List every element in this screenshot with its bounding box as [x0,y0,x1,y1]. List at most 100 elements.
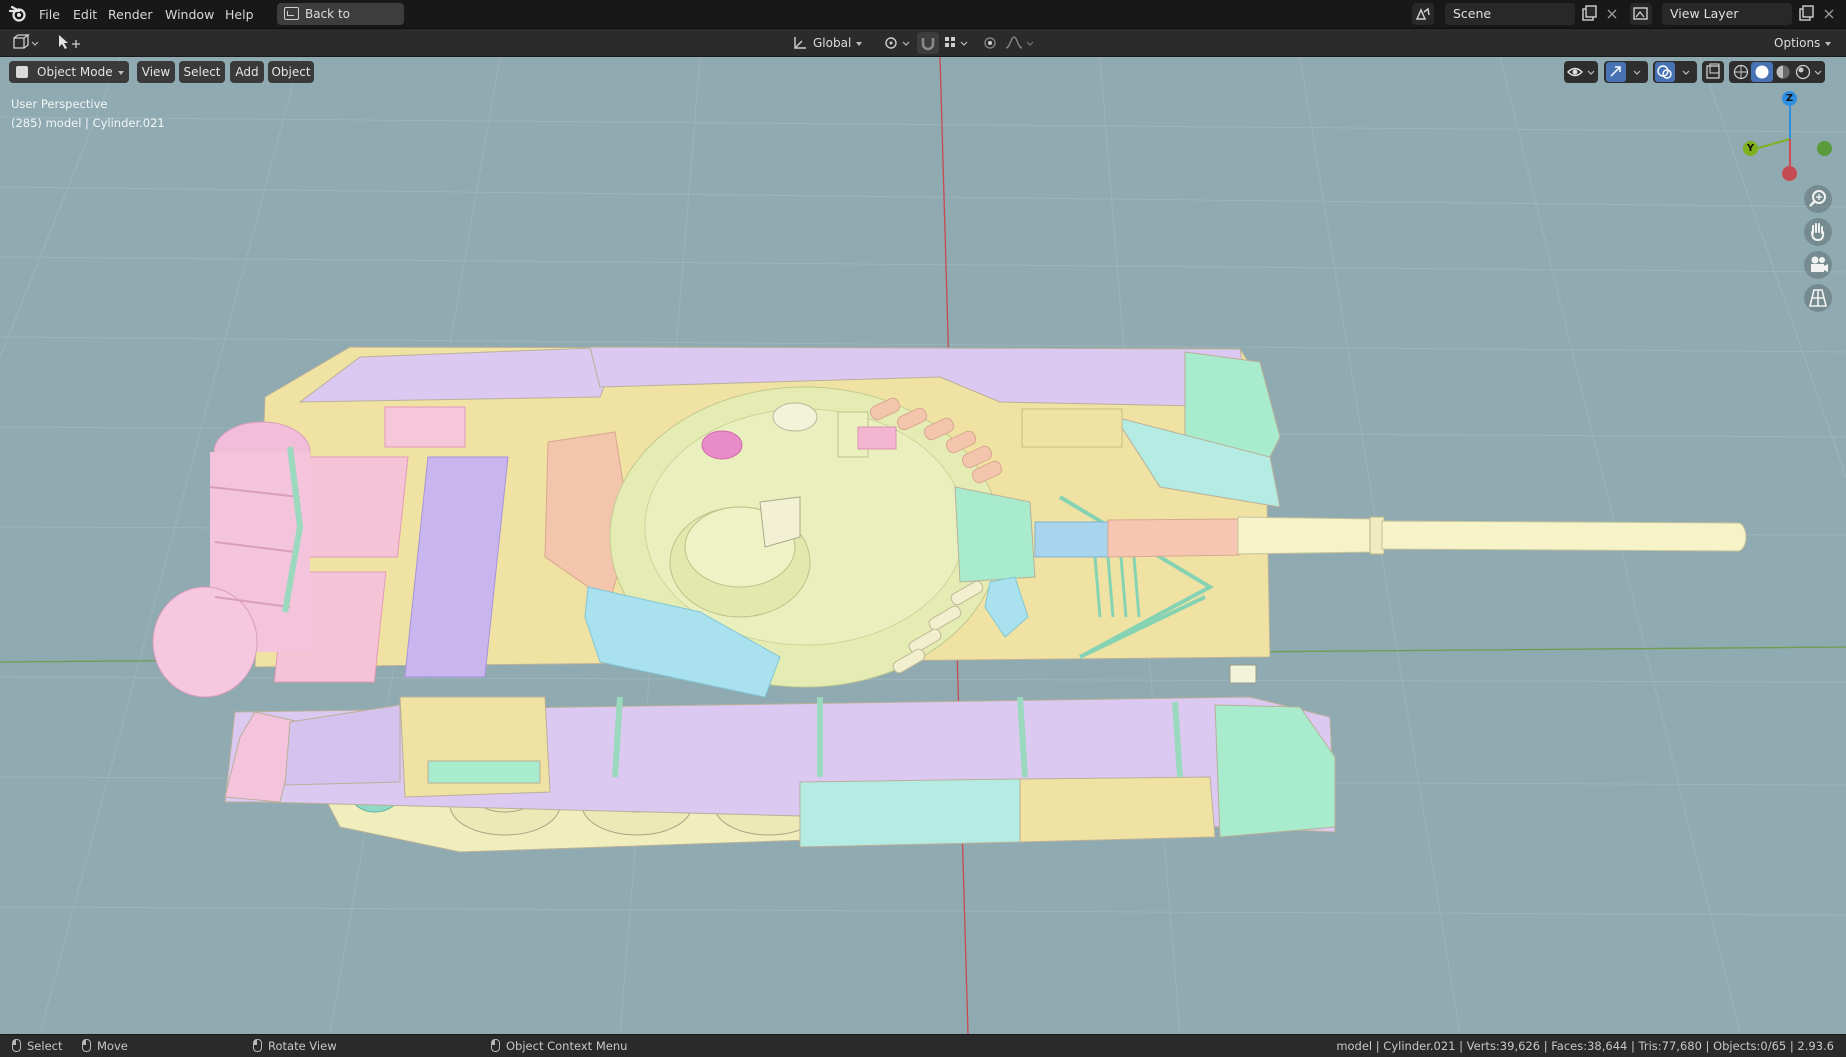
barrel-rear [1237,516,1376,555]
menu-edit[interactable]: Edit [69,5,101,24]
gun-mantlet [954,486,1036,583]
mouse-drag-icon [82,1039,91,1052]
camera-icon [1811,256,1828,272]
duplicate-icon [1582,5,1597,21]
back-to-previous-button[interactable]: Back to Previous [277,3,404,43]
gizmo-toggle[interactable] [1604,61,1648,83]
object-mode-dropdown[interactable]: Object Mode [9,61,129,83]
status-context-menu: Object Context Menu [491,1035,627,1057]
object-menu[interactable]: Object [268,61,314,83]
select-menu[interactable]: Select [179,61,225,83]
viewport-scene[interactable] [0,57,1846,1034]
gizmo-icon [1606,62,1641,82]
close-icon [1607,9,1617,19]
status-move-label: Move [97,1039,128,1053]
magnet-icon [921,38,935,51]
perspective-toggle-button[interactable] [1804,284,1832,312]
object-mode-label: Object Mode [37,65,113,79]
status-rotate: Rotate View [253,1035,337,1057]
scene-icon [1415,7,1430,20]
menu-file[interactable]: File [35,5,64,24]
camera-view-button[interactable] [1804,251,1832,279]
back-icon [284,7,299,20]
gun-sleeve [1034,521,1111,558]
delete-scene-button[interactable] [1601,3,1623,25]
blender-logo-icon[interactable] [8,4,28,24]
snap-grid-icon [945,37,968,47]
proportional-edit-toggle[interactable] [979,32,1001,54]
skirt-box-green [427,760,541,784]
thermal-sleeve [1107,518,1241,558]
view-menu[interactable]: View [137,61,175,83]
skirt-panel-tan [1019,776,1216,843]
view-layer-field[interactable]: View Layer [1662,3,1792,25]
status-rotate-label: Rotate View [268,1039,337,1053]
grid-perspective-icon [1808,289,1828,307]
close-icon [1824,9,1834,19]
axis-z-handle[interactable]: Z [1782,91,1797,106]
status-select-label: Select [27,1039,63,1053]
scene-statistics: model | Cylinder.021 | Verts:39,626 | Fa… [1336,1039,1834,1053]
view-layer-browse-button[interactable] [1630,3,1652,25]
mouse-left-icon [12,1039,21,1052]
rear-grille [384,406,466,448]
select-cursor-icon [59,35,80,49]
snap-toggle[interactable] [917,32,939,54]
barrel-front [1381,520,1747,552]
3d-viewport-icon [13,34,39,49]
zoom-icon [1809,190,1826,207]
delete-view-layer-button[interactable] [1818,3,1840,25]
editor-type-button[interactable] [8,32,42,54]
overlays-icon [1655,62,1690,82]
axis-neg-y-handle[interactable] [1817,141,1832,156]
status-context-label: Object Context Menu [506,1039,628,1053]
overlays-toggle[interactable] [1653,61,1697,83]
pan-button[interactable] [1804,218,1832,246]
transform-orientation-dropdown[interactable]: Global [787,32,873,54]
mouse-right-icon [491,1039,500,1052]
duplicate-icon [1799,5,1814,21]
tool-settings-button[interactable] [54,32,82,54]
status-move: Move [82,1035,128,1057]
turret-box-pink [857,426,897,450]
add-menu[interactable]: Add [230,61,264,83]
scene-browse-button[interactable] [1412,3,1434,25]
tool-header: Global Options [0,29,1846,57]
skirt-panel-cyan [799,778,1021,848]
new-view-layer-button[interactable] [1795,3,1817,25]
scene-name-field[interactable]: Scene [1445,3,1575,25]
axis-gizmo[interactable]: Z Y [1740,87,1840,197]
mouse-middle-icon [253,1039,262,1052]
snap-target-dropdown[interactable] [941,32,973,54]
pivot-point-dropdown[interactable] [881,32,913,54]
orientation-icon [794,37,806,49]
menu-help[interactable]: Help [221,5,258,24]
object-mode-icon [16,66,28,78]
menu-window[interactable]: Window [161,5,218,24]
options-dropdown[interactable]: Options [1768,32,1838,54]
transform-orientation-label: Global [813,36,852,50]
status-bar: Select Move Rotate View Object Context M… [0,1034,1846,1057]
tank-model[interactable] [152,346,1747,853]
object-info-label: (285) model | Cylinder.021 [11,116,165,130]
status-select: Select [12,1035,62,1057]
visibility-dropdown[interactable] [1564,61,1598,83]
xray-toggle[interactable] [1702,61,1724,83]
axis-y-handle[interactable]: Y [1743,141,1758,156]
proportional-edit-icon [984,37,996,49]
proportional-falloff-dropdown[interactable] [1003,32,1037,54]
headlight [1229,664,1257,684]
xray-icon [1706,63,1720,79]
3d-viewport[interactable]: Object Mode View Select Add Object User … [0,57,1846,1034]
zoom-button[interactable] [1804,185,1832,213]
new-scene-button[interactable] [1578,3,1600,25]
options-label: Options [1774,36,1821,50]
render-layers-icon [1633,7,1648,20]
hand-icon [1811,223,1825,242]
falloff-curve-icon [1005,36,1034,49]
axis-x-handle[interactable] [1782,166,1797,181]
engine-grille-1 [296,456,409,558]
perspective-label: User Perspective [11,97,108,111]
shading-icons [1733,62,1822,82]
menu-render[interactable]: Render [104,5,157,24]
